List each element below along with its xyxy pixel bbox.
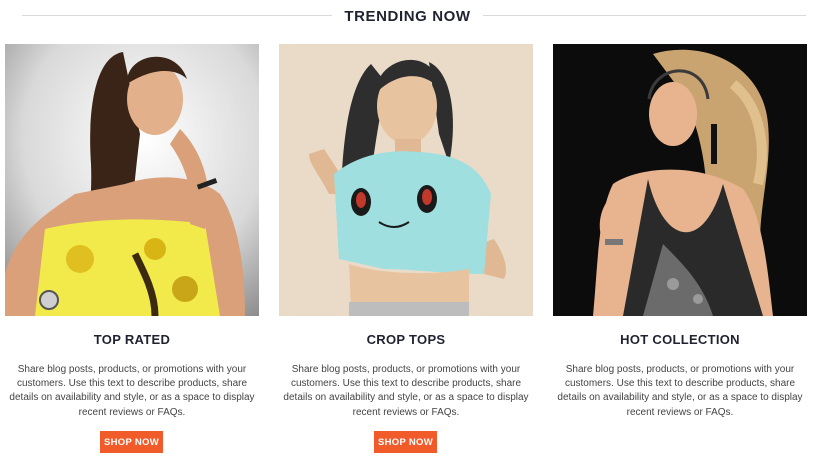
collection-card-hot-collection: HOT COLLECTION Share blog posts, product… xyxy=(553,44,807,457)
header-divider-right xyxy=(473,15,806,16)
card-title: TOP RATED xyxy=(93,332,171,347)
card-title: HOT COLLECTION xyxy=(620,332,740,347)
card-image[interactable] xyxy=(5,44,259,316)
header-divider-left xyxy=(22,15,335,16)
collection-card-crop-tops: CROP TOPS Share blog posts, products, or… xyxy=(279,44,533,457)
section-title: TRENDING NOW xyxy=(332,7,483,25)
collection-card-top-rated: TOP RATED Share blog posts, products, or… xyxy=(5,44,259,457)
shop-now-button[interactable]: SHOP NOW xyxy=(374,431,437,453)
card-description: Share blog posts, products, or promotion… xyxy=(283,364,529,418)
shop-now-button[interactable]: SHOP NOW xyxy=(100,431,163,453)
section-header: TRENDING NOW xyxy=(0,0,815,32)
card-image[interactable] xyxy=(279,44,533,316)
card-title: CROP TOPS xyxy=(366,332,446,347)
card-image[interactable] xyxy=(553,44,807,316)
card-description: Share blog posts, products, or promotion… xyxy=(9,364,255,418)
card-description: Share blog posts, products, or promotion… xyxy=(557,364,803,418)
